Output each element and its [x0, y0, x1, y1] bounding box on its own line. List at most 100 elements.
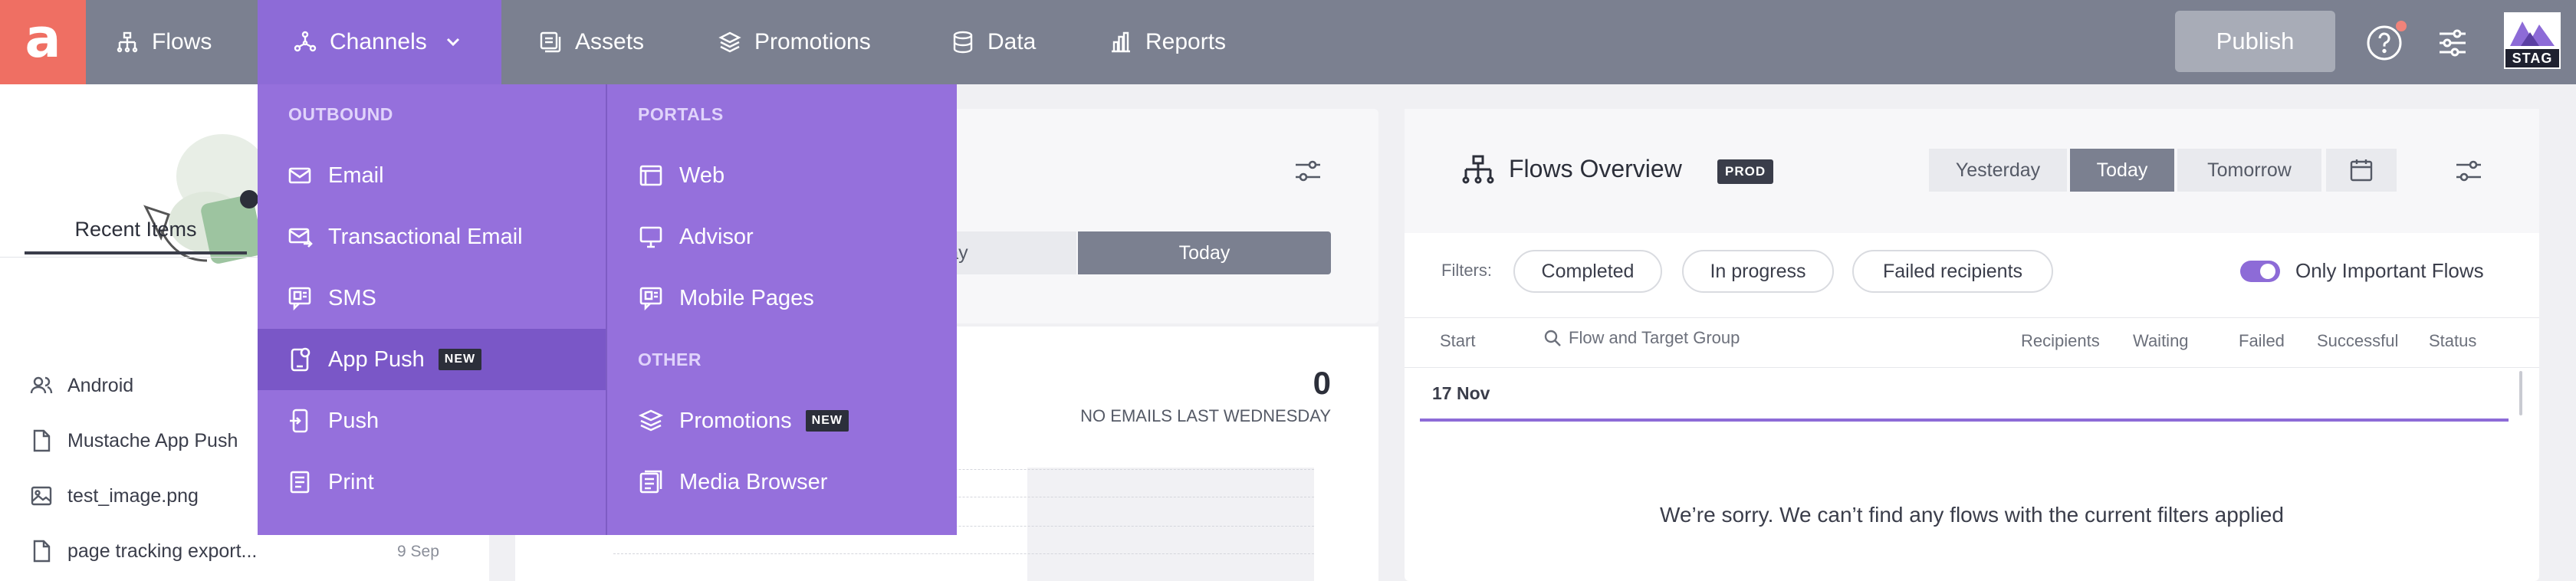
push-icon	[287, 408, 313, 434]
menu-item-web[interactable]: Web	[607, 145, 957, 206]
menu-item-push[interactable]: Push	[258, 390, 606, 451]
recent-item[interactable]: Mustache App Push	[29, 425, 238, 456]
menu-item-email[interactable]: Email	[258, 145, 606, 206]
column-start[interactable]: Start	[1440, 331, 1475, 351]
menu-item-mobile-pages[interactable]: Mobile Pages	[607, 268, 957, 329]
filter-in-progress[interactable]: In progress	[1682, 250, 1834, 293]
publish-button[interactable]: Publish	[2175, 11, 2335, 72]
nav-promotions-label: Promotions	[754, 29, 871, 54]
app-logo[interactable]: a	[0, 0, 86, 84]
print-icon	[287, 469, 313, 495]
media-browser-icon	[638, 469, 664, 495]
prod-badge: PROD	[1717, 159, 1774, 184]
web-icon	[638, 162, 664, 189]
recent-item[interactable]: page tracking export...	[29, 536, 257, 566]
image-icon	[29, 484, 54, 508]
calendar-button[interactable]	[2326, 149, 2397, 192]
transactional-email-icon	[287, 224, 313, 250]
data-icon	[951, 30, 975, 54]
recent-item-label: test_image.png	[67, 484, 199, 507]
filter-failed-recipients[interactable]: Failed recipients	[1852, 250, 2053, 293]
menu-item-sms[interactable]: SMS	[258, 268, 606, 329]
toggle-knob	[2260, 264, 2275, 279]
environment-switcher[interactable]: STAG	[2504, 12, 2561, 69]
recent-item-label: Mustache App Push	[67, 429, 238, 451]
timeline-progress	[1420, 419, 2509, 422]
recent-item-date: 9 Sep	[397, 543, 439, 560]
column-recipients: Recipients	[2021, 331, 2100, 350]
nav-assets[interactable]: Assets	[538, 0, 644, 84]
nav-data-label: Data	[987, 29, 1037, 54]
document-icon	[29, 539, 54, 563]
menu-item-label: Push	[328, 408, 380, 433]
nav-channels-label: Channels	[330, 29, 427, 54]
sliders-icon[interactable]	[2436, 27, 2469, 59]
app-push-icon	[287, 346, 313, 373]
filter-completed[interactable]: Completed	[1513, 250, 1662, 293]
menu-item-label: Email	[328, 162, 384, 188]
recent-item-label: Android	[67, 374, 134, 396]
menu-item-promotions[interactable]: Promotions NEW	[607, 390, 957, 451]
recent-item[interactable]: test_image.png	[29, 481, 199, 511]
menu-item-app-push[interactable]: App Push NEW	[258, 329, 606, 390]
sms-icon	[287, 285, 313, 311]
day-today-button[interactable]: Today	[2070, 149, 2174, 192]
reports-icon	[1109, 30, 1133, 54]
toggle-label: Only Important Flows	[2295, 259, 2484, 282]
menu-item-label: Web	[679, 162, 725, 188]
emails-count: 0	[1313, 365, 1331, 401]
nav-data[interactable]: Data	[951, 0, 1036, 84]
menu-item-advisor[interactable]: Advisor	[607, 206, 957, 268]
sliders-icon[interactable]	[1293, 156, 1323, 186]
menu-item-print[interactable]: Print	[258, 451, 606, 513]
email-icon	[287, 162, 313, 189]
scrollbar[interactable]	[2519, 371, 2522, 415]
menu-item-label: Print	[328, 469, 374, 494]
promotions-icon	[718, 30, 742, 54]
day-yesterday-button[interactable]: Yesterday	[1929, 149, 2067, 192]
flows-icon	[115, 30, 140, 54]
channels-icon	[293, 30, 317, 54]
search-icon[interactable]	[1543, 328, 1562, 348]
chevron-down-icon	[444, 33, 462, 51]
recent-item[interactable]: Android	[29, 370, 133, 401]
document-icon	[29, 428, 54, 453]
environment-logo-icon	[2505, 14, 2559, 49]
chart-highlight	[1027, 468, 1314, 581]
tab-recent-items[interactable]: Recent Items	[25, 207, 247, 254]
nav-flows[interactable]: Flows	[115, 0, 212, 84]
section-portals: PORTALS	[638, 104, 724, 124]
nav-flows-label: Flows	[152, 29, 212, 54]
emails-label: NO EMAILS LAST WEDNESDAY	[1080, 406, 1331, 425]
assets-icon	[538, 30, 563, 54]
sliders-icon[interactable]	[2453, 156, 2484, 186]
nav-reports[interactable]: Reports	[1109, 0, 1226, 84]
nav-reports-label: Reports	[1145, 29, 1227, 54]
mobile-pages-icon	[638, 285, 664, 311]
nav-channels[interactable]: Channels	[258, 0, 501, 84]
users-icon	[29, 373, 54, 398]
menu-item-transactional-email[interactable]: Transactional Email	[258, 206, 606, 268]
menu-item-media-browser[interactable]: Media Browser	[607, 451, 957, 513]
day-tomorrow-button[interactable]: Tomorrow	[2177, 149, 2321, 192]
column-flow-target-group[interactable]: Flow and Target Group	[1569, 328, 1740, 348]
flows-overview-title: Flows Overview	[1509, 155, 1682, 182]
new-badge: NEW	[805, 410, 849, 432]
menu-item-label: Mobile Pages	[679, 285, 814, 310]
section-outbound: OUTBOUND	[288, 104, 393, 124]
calendar-icon	[2348, 157, 2374, 183]
menu-item-label: SMS	[328, 285, 376, 310]
page-margin	[2539, 84, 2576, 581]
nav-promotions[interactable]: Promotions	[718, 0, 871, 84]
logo-letter: a	[25, 7, 61, 70]
section-other: OTHER	[638, 350, 702, 369]
empty-state-message: We’re sorry. We can’t find any flows wit…	[1660, 503, 2284, 527]
flows-icon	[1461, 153, 1495, 187]
nav-assets-label: Assets	[575, 29, 645, 54]
notification-dot	[2396, 21, 2407, 31]
segment-today[interactable]: Today	[1078, 231, 1331, 274]
column-status: Status	[2429, 331, 2477, 350]
column-failed: Failed	[2239, 331, 2285, 350]
environment-label: STAG	[2505, 49, 2559, 67]
menu-item-label: App Push	[328, 346, 425, 372]
